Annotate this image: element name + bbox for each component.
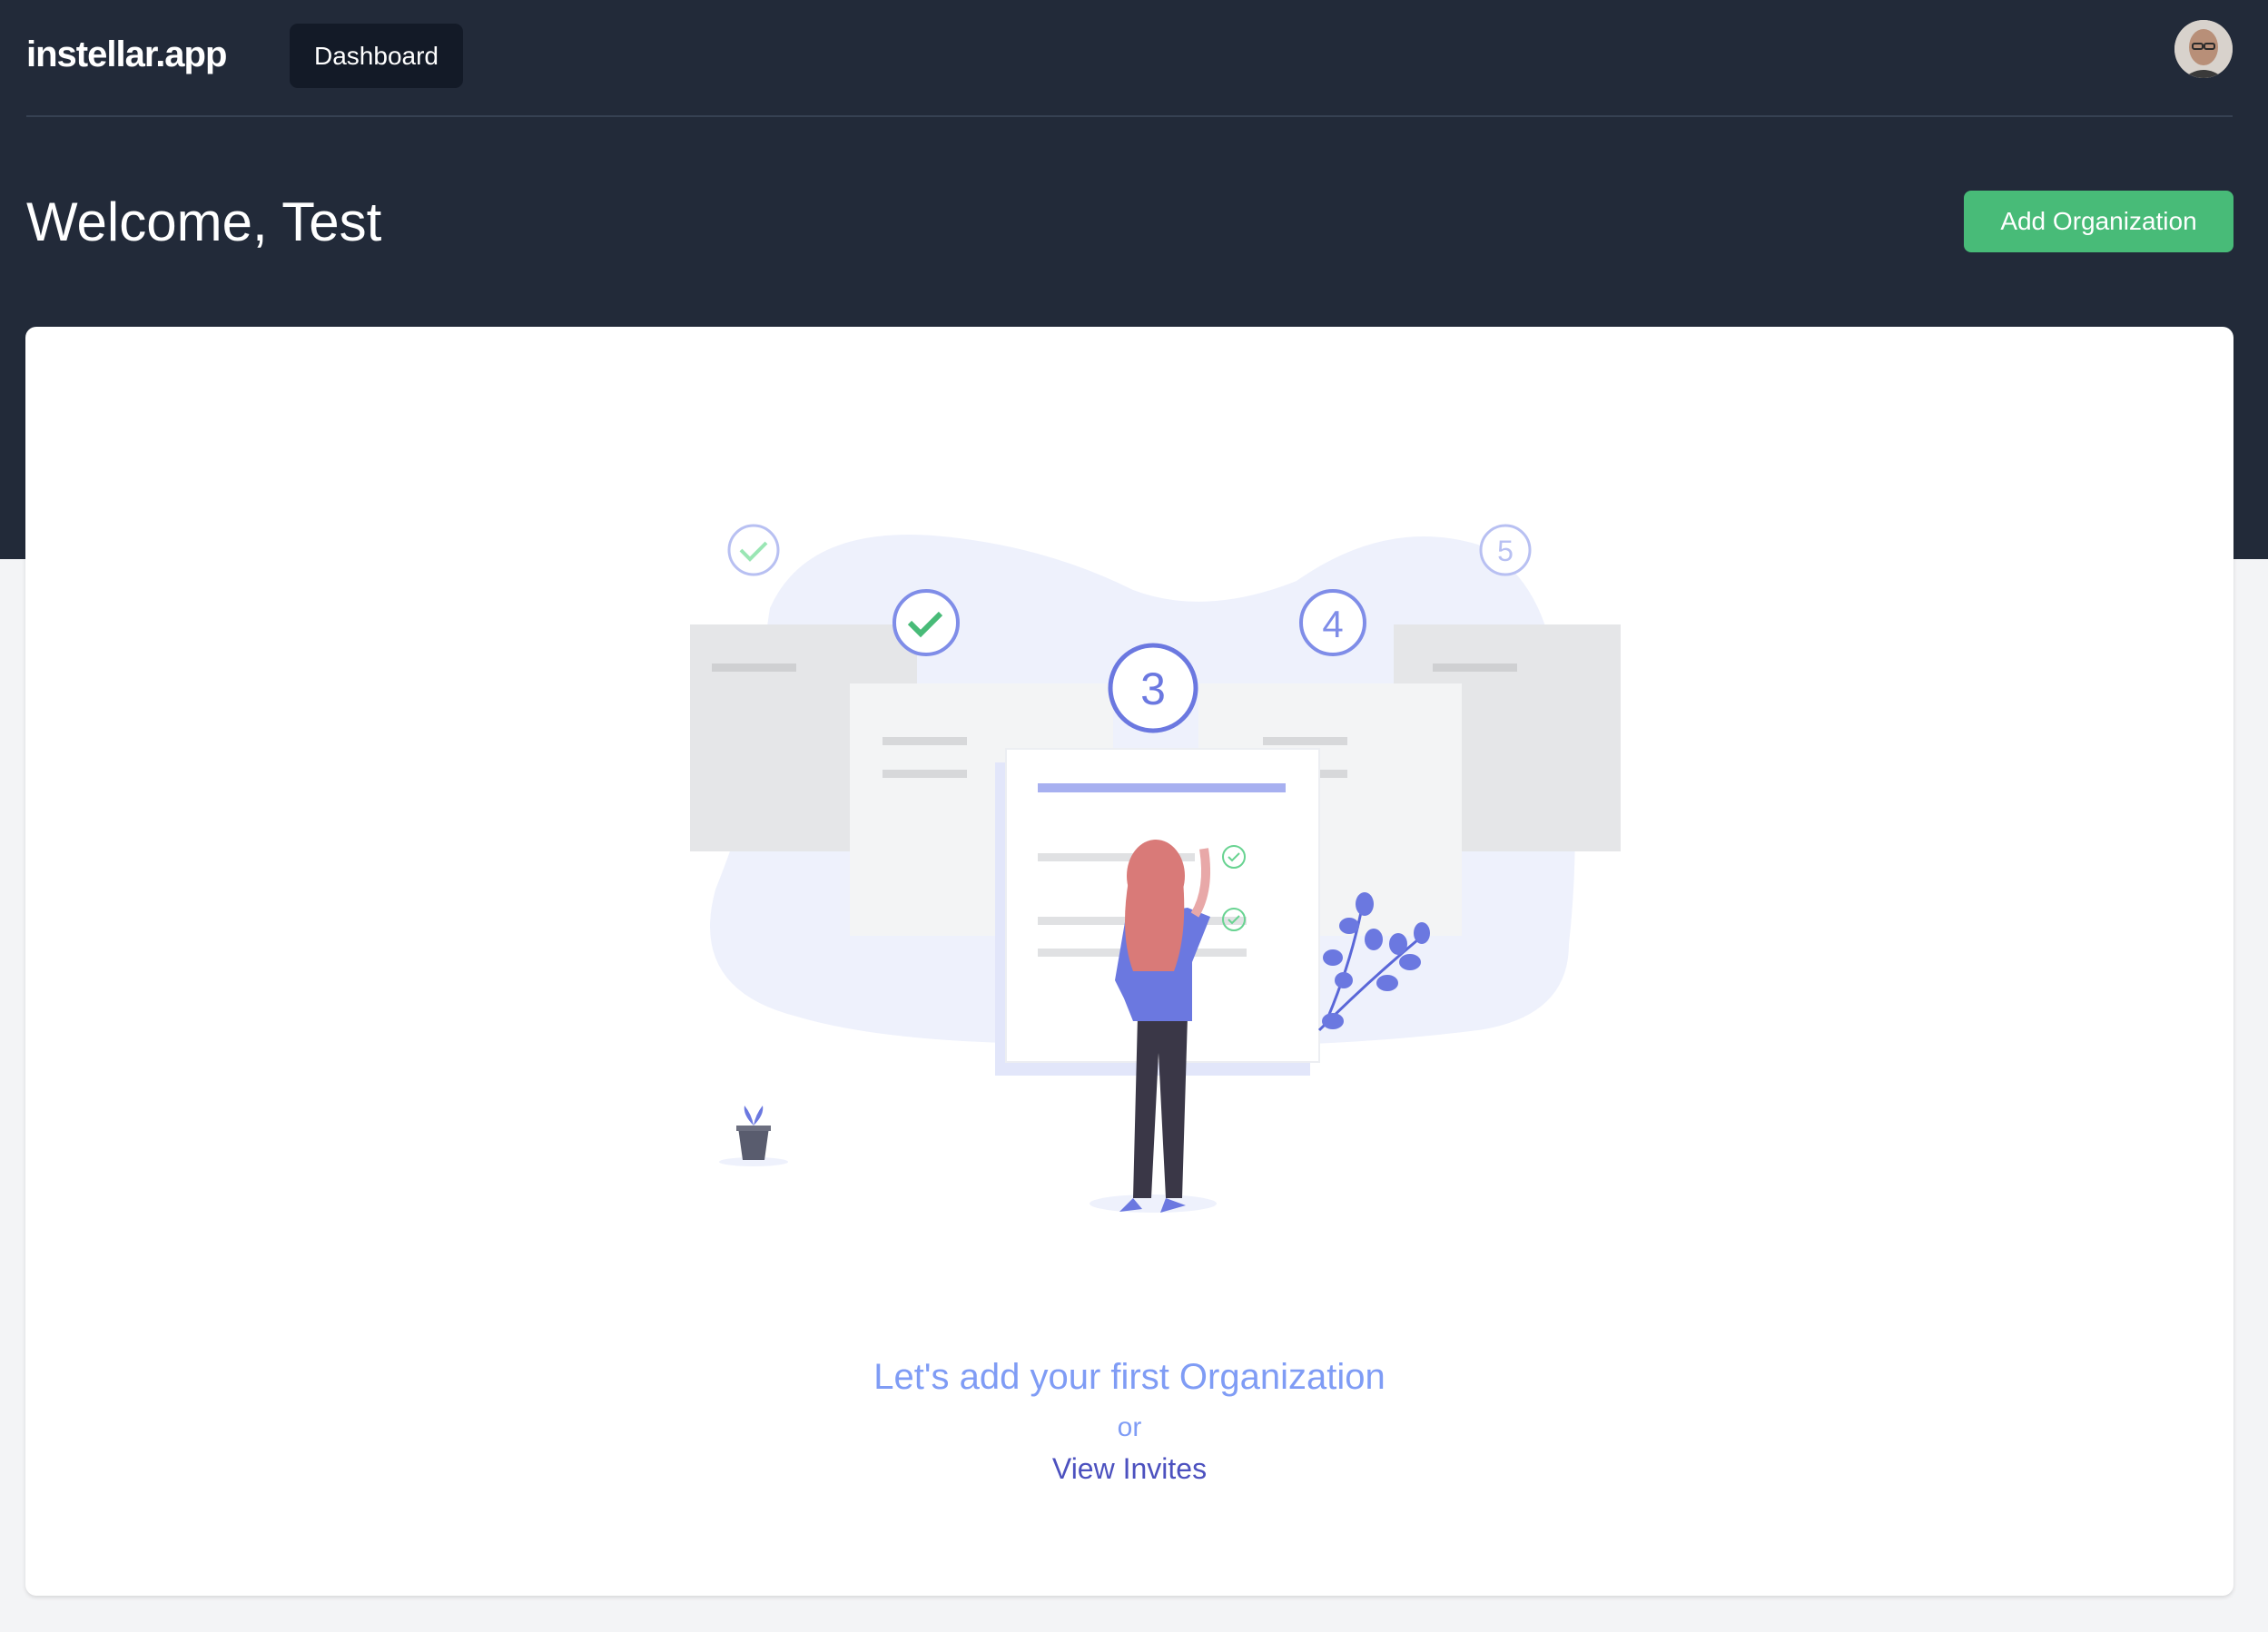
potted-plant-icon xyxy=(719,1106,788,1166)
step-5-label: 5 xyxy=(1497,535,1514,567)
user-avatar[interactable] xyxy=(2174,20,2233,78)
step-check-icon xyxy=(892,589,960,656)
step-5-icon: 5 xyxy=(1479,524,1532,576)
app-logo[interactable]: instellar.app xyxy=(26,34,227,75)
step-3-icon: 3 xyxy=(1108,643,1198,733)
empty-state-card: 3 4 5 Let's add your first Organization … xyxy=(25,327,2233,1596)
step-3-label: 3 xyxy=(1140,664,1166,714)
onboarding-illustration: 3 4 5 xyxy=(690,524,1621,1213)
empty-state-or: or xyxy=(1117,1412,1142,1442)
add-organization-button[interactable]: Add Organization xyxy=(1964,191,2233,252)
avatar-icon xyxy=(2174,20,2233,78)
top-navigation-bar: instellar.app Dashboard xyxy=(26,0,2233,117)
nav-dashboard-link[interactable]: Dashboard xyxy=(290,24,463,88)
step-4-icon: 4 xyxy=(1299,589,1366,656)
empty-state-title: Let's add your first Organization xyxy=(873,1357,1385,1397)
page-title: Welcome, Test xyxy=(26,192,382,252)
step-check-small-icon xyxy=(727,524,780,576)
view-invites-link[interactable]: View Invites xyxy=(1047,1452,1212,1486)
step-4-label: 4 xyxy=(1322,603,1343,645)
